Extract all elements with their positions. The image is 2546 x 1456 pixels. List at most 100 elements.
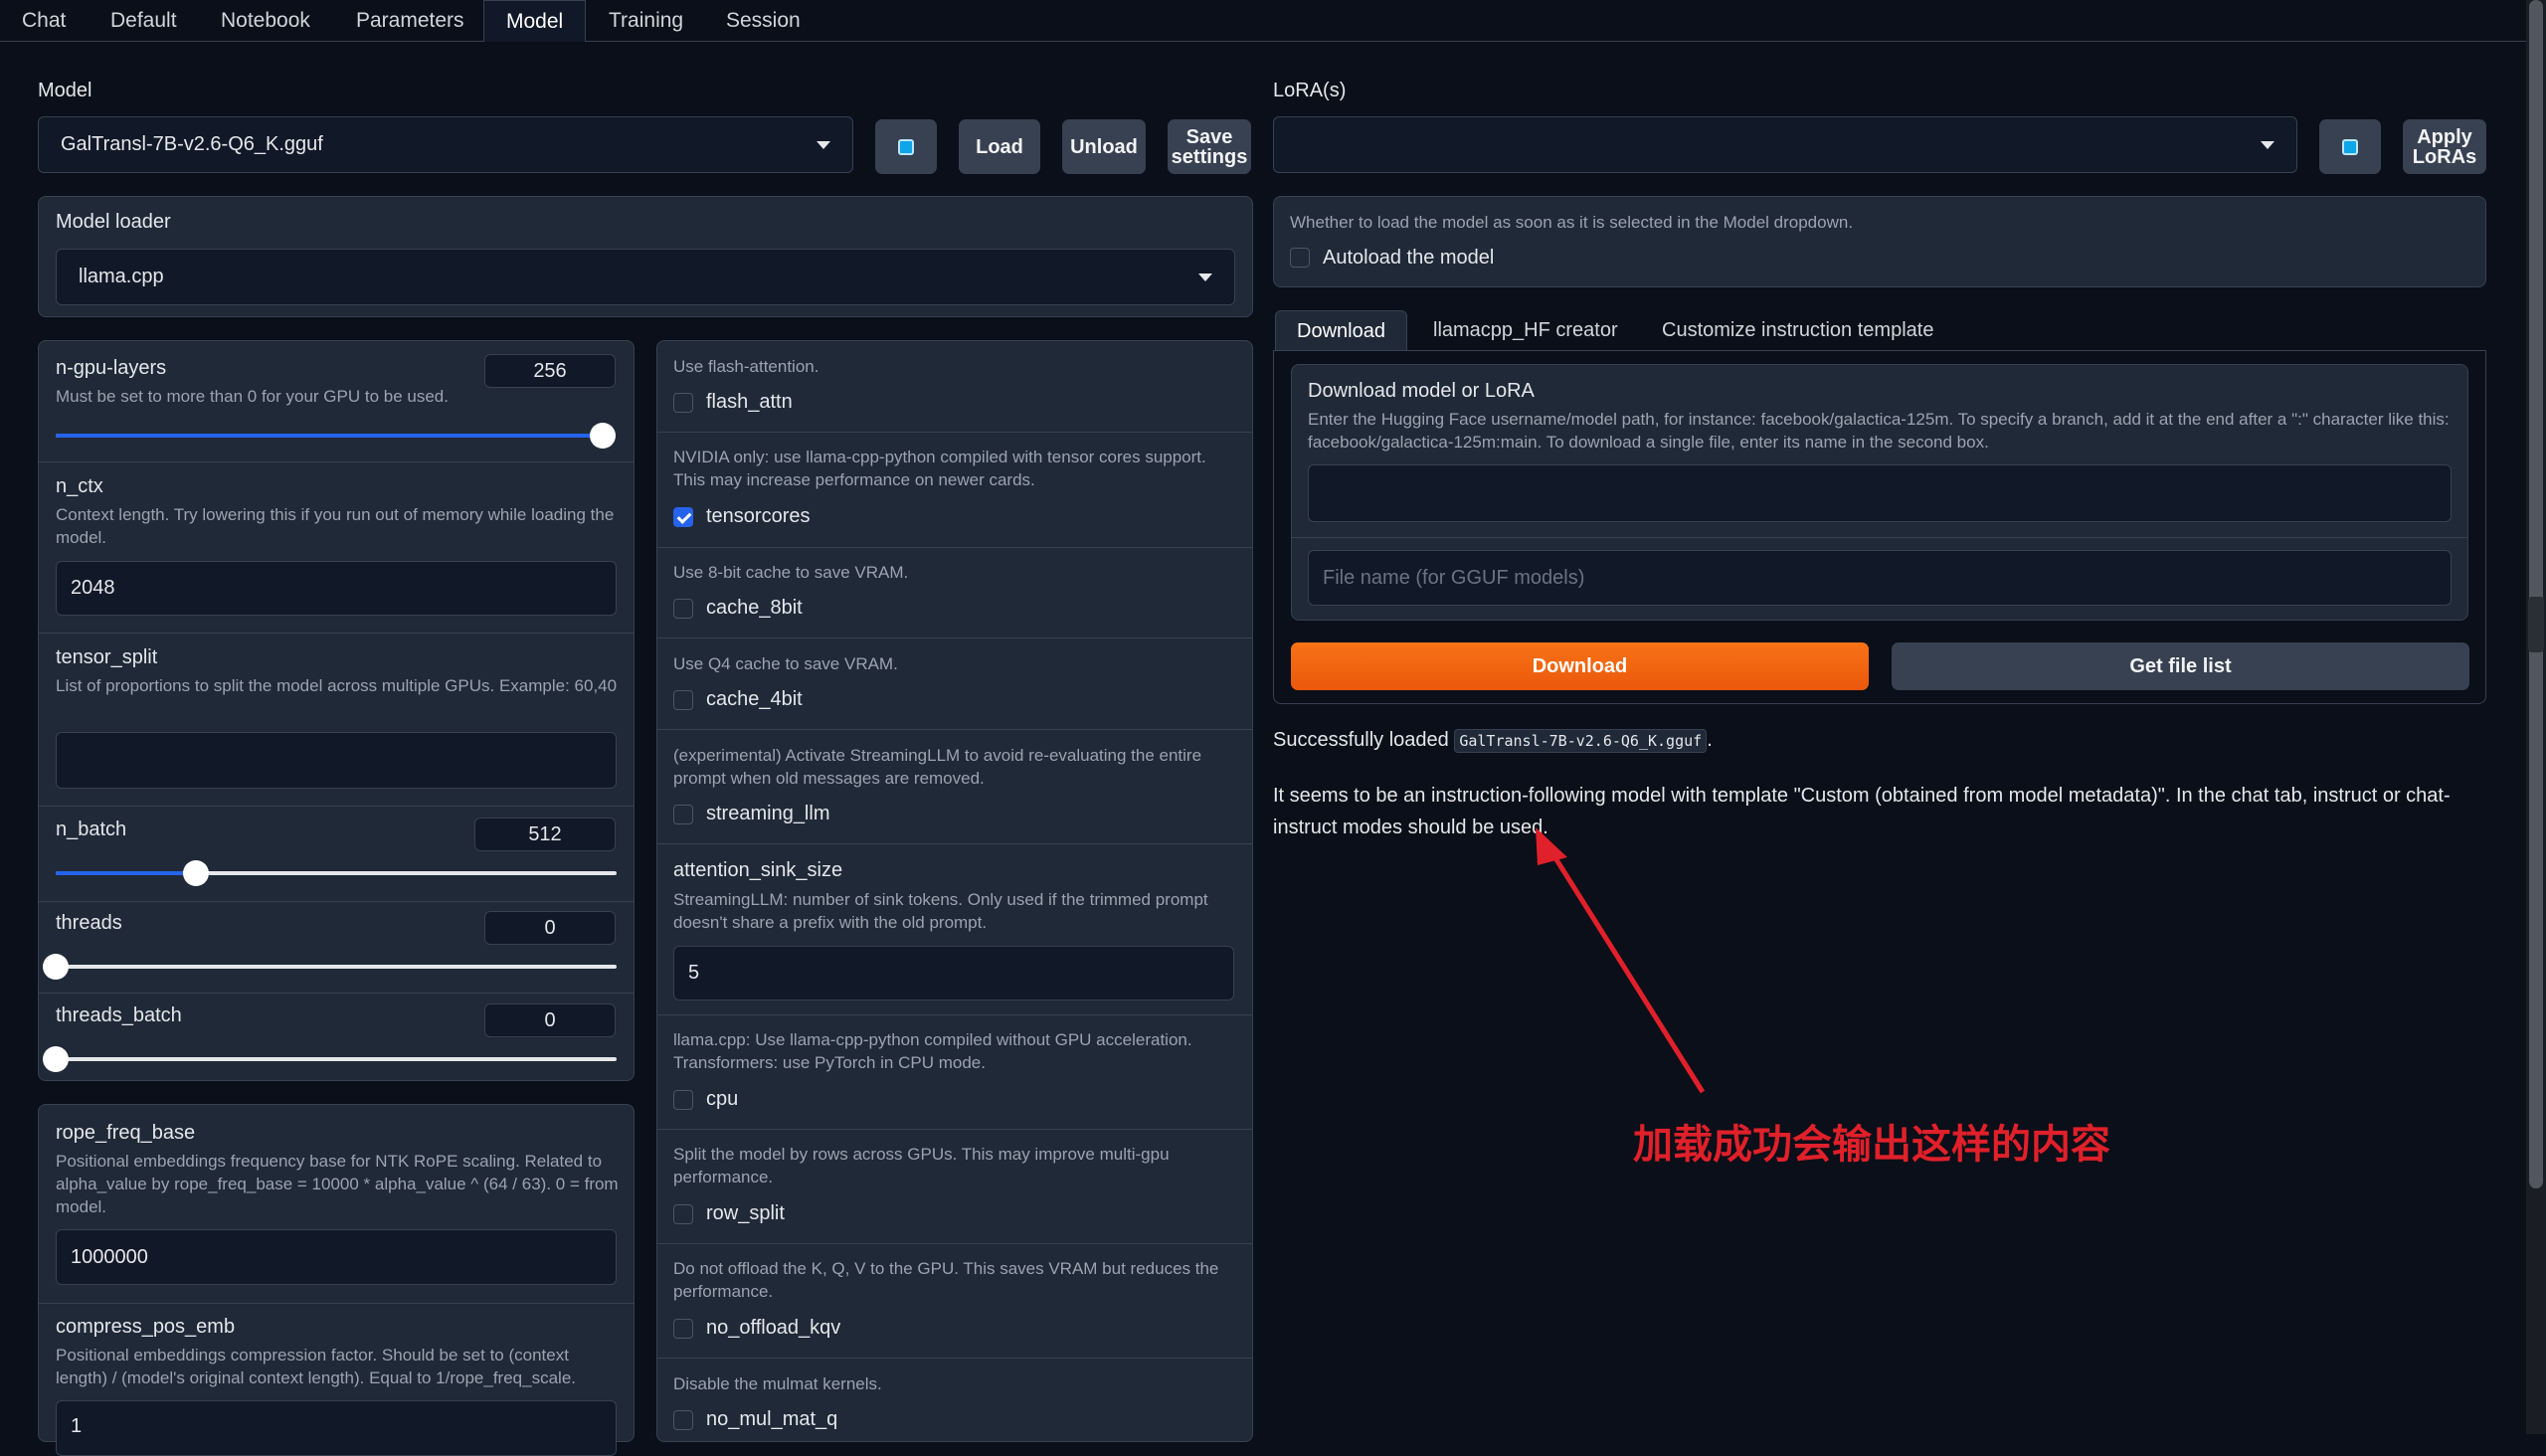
tab-default[interactable]: Default [89,0,199,42]
divider [656,1014,1253,1015]
n-gpu-layers-handle[interactable] [590,423,616,449]
threads-number[interactable]: 0 [484,911,616,945]
tab-model[interactable]: Model [483,0,587,42]
autoload-label: Autoload the model [1323,247,1495,269]
cache-8bit-checkbox[interactable] [673,599,693,619]
attention-sink-size-hint: StreamingLLM: number of sink tokens. Onl… [673,890,1208,932]
threads-label: threads [56,912,122,934]
no-mul-mat-q-checkbox[interactable] [673,1410,693,1430]
save-settings-line1: Save [1185,125,1233,148]
cache-4bit-checkbox[interactable] [673,690,693,710]
tab-chat[interactable]: Chat [0,0,88,42]
apply-loras-button[interactable]: Apply LoRAs [2403,119,2486,174]
no-offload-kqv-label: no_offload_kqv [706,1317,841,1339]
autoload-checkbox[interactable] [1290,248,1310,268]
threads-batch-slider[interactable] [43,1046,617,1072]
attention-sink-size-input[interactable]: 5 [673,946,1234,1001]
lora-refresh-button[interactable] [2319,119,2381,174]
lora-dropdown[interactable] [1273,116,2297,173]
status-suffix: . [1707,729,1713,751]
flash-attn-label: flash_attn [706,391,793,413]
streaming-llm-label: streaming_llm [706,803,830,824]
tab-parameters[interactable]: Parameters [334,0,486,42]
get-file-list-button[interactable]: Get file list [1892,642,2469,690]
cpu-hint: llama.cpp: Use llama-cpp-python compiled… [673,1030,1192,1072]
status-loaded-line: Successfully loaded GalTransl-7B-v2.6-Q6… [1273,729,1713,753]
rope-freq-base-label: rope_freq_base [56,1122,196,1144]
cpu-label: cpu [706,1088,739,1110]
filename-input[interactable]: File name (for GGUF models) [1308,550,2452,606]
model-selected: GalTransl-7B-v2.6-Q6_K.gguf [61,133,323,155]
download-title: Download model or LoRA [1308,380,1535,402]
tab-training[interactable]: Training [587,0,705,42]
divider [656,729,1253,730]
tab-llamacpp-hf-creator[interactable]: llamacpp_HF creator [1412,310,1639,350]
rope-freq-base-input[interactable]: 1000000 [56,1229,617,1285]
threads-batch-handle[interactable] [43,1046,69,1072]
compress-pos-emb-input[interactable]: 1 [56,1400,617,1456]
tab-download[interactable]: Download [1275,310,1407,350]
chevron-down-icon [817,140,830,149]
n-gpu-layers-slider[interactable] [56,423,616,449]
n-batch-slider[interactable] [56,860,617,886]
save-settings-line2: settings [1171,145,1248,168]
page-scrollbar-thumb[interactable] [2529,0,2543,1188]
tensor-split-hint: List of proportions to split the model a… [56,676,618,695]
divider [38,633,635,634]
download-hint: Enter the Hugging Face username/model pa… [1308,410,2450,452]
status-message: It seems to be an instruction-following … [1273,785,2451,838]
flash-attn-checkbox[interactable] [673,393,693,413]
model-loader-dropdown[interactable]: llama.cpp [56,249,1235,305]
refresh-icon [898,138,914,155]
tensorcores-label: tensorcores [706,505,811,527]
download-button[interactable]: Download [1291,642,1869,690]
tab-notebook[interactable]: Notebook [199,0,332,42]
n-gpu-layers-hint: Must be set to more than 0 for your GPU … [56,387,449,406]
annotation-arrow [1536,827,1706,1094]
n-ctx-label: n_ctx [56,475,103,497]
lora-label: LoRA(s) [1273,80,1347,101]
n-ctx-input[interactable]: 2048 [56,561,617,616]
download-repo-input[interactable] [1308,464,2452,522]
threads-handle[interactable] [43,954,69,980]
unload-button[interactable]: Unload [1062,119,1146,174]
annotation-text: 加载成功会输出这样的内容 [1633,1122,2110,1168]
divider [656,432,1253,433]
load-button[interactable]: Load [959,119,1040,174]
row-split-hint: Split the model by rows across GPUs. Thi… [673,1145,1170,1186]
streaming-llm-checkbox[interactable] [673,805,693,824]
cpu-checkbox[interactable] [673,1090,693,1110]
model-loader-selected: llama.cpp [79,266,164,287]
threads-batch-label: threads_batch [56,1004,182,1026]
row-split-checkbox[interactable] [673,1204,693,1224]
divider [656,637,1253,638]
tensor-split-label: tensor_split [56,646,158,668]
model-refresh-button[interactable] [875,119,937,174]
no-offload-kqv-hint: Do not offload the K, Q, V to the GPU. T… [673,1259,1219,1301]
n-batch-number[interactable]: 512 [474,818,616,851]
tab-session[interactable]: Session [704,0,822,42]
no-mul-mat-q-label: no_mul_mat_q [706,1408,838,1430]
model-dropdown[interactable]: GalTransl-7B-v2.6-Q6_K.gguf [38,116,853,173]
no-offload-kqv-checkbox[interactable] [673,1319,693,1339]
tensor-split-input[interactable] [56,732,617,789]
tab-customize-instruction-template[interactable]: Customize instruction template [1641,310,1954,350]
save-settings-button[interactable]: Save settings [1168,119,1251,174]
cache-8bit-label: cache_8bit [706,597,803,619]
n-ctx-hint: Context length. Try lowering this if you… [56,505,615,547]
divider [656,1358,1253,1359]
status-prefix: Successfully loaded [1273,729,1449,751]
compress-pos-emb-label: compress_pos_emb [56,1316,236,1338]
n-gpu-layers-number[interactable]: 256 [484,354,616,388]
threads-batch-number[interactable]: 0 [484,1003,616,1037]
n-batch-handle[interactable] [183,860,209,886]
tensorcores-checkbox[interactable] [673,507,693,527]
divider [38,461,635,462]
divider [656,547,1253,548]
divider [656,1243,1253,1244]
cache-4bit-hint: Use Q4 cache to save VRAM. [673,654,898,673]
n-gpu-layers-label: n-gpu-layers [56,357,167,379]
threads-slider[interactable] [43,954,617,980]
autoload-panel [1273,196,2486,287]
scrollbar-grip-icon[interactable] [2528,597,2544,652]
